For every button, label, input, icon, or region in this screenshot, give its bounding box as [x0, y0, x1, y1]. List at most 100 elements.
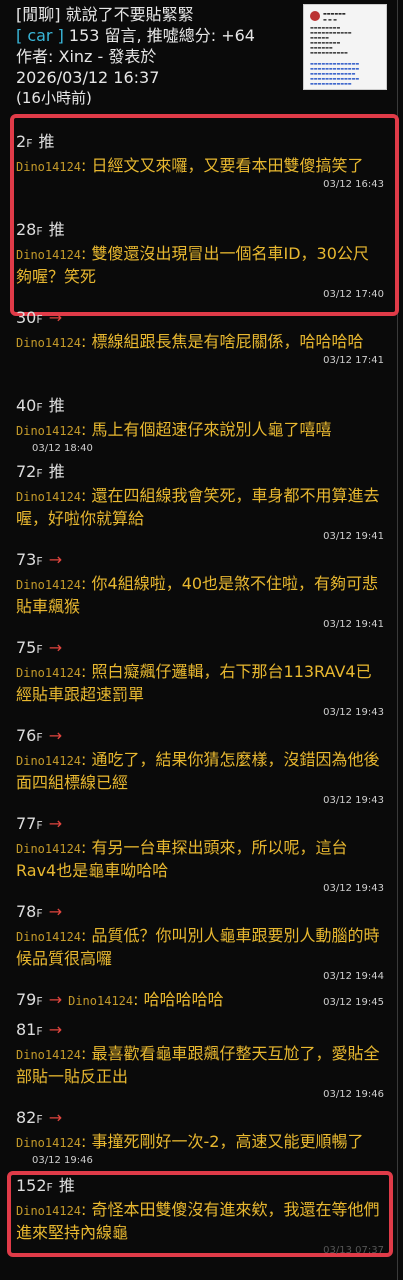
arrow-tag: → — [48, 638, 63, 657]
comment-item: 28F 推 Dino14124: 雙傻還沒出現冒出一個名車ID，30公尺夠喔？笑死… — [16, 220, 384, 300]
comment-time: 03/12 16:43 — [323, 179, 384, 190]
comment-time: 03/12 19:41 — [323, 619, 384, 630]
floor-number: 72 — [16, 462, 37, 481]
floor-suffix: F — [36, 643, 43, 656]
post-header: [閒聊] 就說了不要貼緊緊 [ car ] 153 留言, 推噓總分: +64 … — [16, 4, 296, 109]
floor-suffix: F — [36, 555, 43, 568]
thumbnail-line: ▬▬▬▬▬▬▬▬▬▬ — [310, 50, 348, 55]
post-datetime: 2026/03/12 16:37 — [16, 68, 160, 87]
comment-item: 82F → Dino14124: 事撞死剛好一次-2，高速又能更順暢了 03/12… — [16, 1107, 384, 1167]
thumbnail-avatar-icon — [310, 11, 320, 21]
comment-item: 40F 推 Dino14124: 馬上有個超速仔來說別人龜了嘻嘻 03/12 18… — [16, 395, 384, 455]
comment-user[interactable]: Dino14124 — [16, 160, 81, 174]
comment-user[interactable]: Dino14124 — [16, 248, 81, 262]
comment-item: 2F 推 Dino14124: 日經文又來囉，又要看本田雙傻搞笑了 03/12 1… — [16, 132, 384, 190]
comment-user[interactable]: Dino14124 — [16, 1204, 81, 1218]
push-tag: 推 — [58, 1176, 75, 1195]
floor-suffix: F — [36, 819, 43, 832]
thumbnail-line: ▬▬▬▬▬▬ — [323, 11, 346, 16]
arrow-tag: → — [48, 550, 63, 569]
push-tag: 推 — [38, 132, 55, 151]
comment-item: 81F → Dino14124: 最喜歡看龜車跟飆仔整天互尬了，愛貼全部貼一貼反正… — [16, 1020, 384, 1100]
post-thumbnail[interactable]: ▬▬▬▬▬▬ ▬ ▬ ▬ ▬▬▬▬▬▬▬▬ ▬▬▬▬▬▬▬▬▬▬▬ ▬▬▬▬▬ … — [303, 4, 387, 90]
comment-time: 03/12 19:43 — [323, 707, 384, 718]
comment-item: 79 F → Dino14124: 哈哈哈哈哈 03/12 19:45 — [16, 989, 384, 1013]
comment-item: 30F → Dino14124: 標線組跟長焦是有啥屁關係，哈哈哈哈 03/12 … — [16, 308, 384, 366]
comment-text: 哈哈哈哈哈 — [143, 990, 224, 1009]
push-tag: 推 — [48, 220, 65, 239]
comment-user[interactable]: Dino14124 — [16, 578, 81, 592]
comment-user[interactable]: Dino14124 — [16, 1136, 81, 1150]
floor-suffix: F — [36, 995, 43, 1008]
comment-time: 03/12 17:41 — [323, 355, 384, 366]
floor-suffix: F — [36, 313, 43, 326]
comment-item: 77F → Dino14124: 有另一台車探出頭來，所以呢，這台Rav4也是龜車… — [16, 814, 384, 894]
push-tag: 推 — [48, 462, 65, 481]
post-author: 作者: Xinz - 發表於 — [16, 47, 157, 66]
comment-text: 日經文又來囉，又要看本田雙傻搞笑了 — [91, 156, 364, 175]
board-tag[interactable]: [ car ] — [16, 26, 64, 45]
floor-suffix: F — [36, 1113, 43, 1126]
comment-text: 標線組跟長焦是有啥屁關係，哈哈哈哈 — [91, 332, 364, 351]
floor-number: 152 — [16, 1176, 47, 1195]
arrow-tag: → — [48, 726, 63, 745]
arrow-tag: → — [48, 1108, 63, 1127]
floor-suffix: F — [46, 1181, 53, 1194]
comment-time: 03/12 19:45 — [323, 997, 384, 1008]
comment-item: 72F 推 Dino14124: 還在四組線我會笑死，車身都不用算進去喔，好啦你就… — [16, 462, 384, 542]
comment-time: 03/12 19:44 — [323, 971, 384, 982]
floor-suffix: F — [36, 225, 43, 238]
comment-user[interactable]: Dino14124 — [16, 336, 81, 350]
floor-suffix: F — [36, 731, 43, 744]
comment-item: 152F 推 Dino14124: 奇怪本田雙傻沒有進來欸，我還在等他們進來堅持內… — [16, 1176, 384, 1256]
comment-user[interactable]: Dino14124 — [16, 424, 81, 438]
arrow-tag: → — [48, 814, 63, 833]
floor-number: 81 — [16, 1020, 37, 1039]
comment-text: 馬上有個超速仔來說別人龜了嘻嘻 — [91, 420, 332, 439]
comment-time: 03/12 19:43 — [323, 883, 384, 894]
comment-time: 03/12 18:40 — [32, 443, 93, 454]
thumbnail-line: ▬ ▬ ▬ — [323, 17, 337, 22]
floor-number: 73 — [16, 550, 37, 569]
comment-stats: 153 留言, 推噓總分: +64 — [63, 26, 255, 45]
comment-text: 事撞死剛好一次-2，高速又能更順暢了 — [91, 1132, 364, 1151]
comment-item: 73F → Dino14124: 你4組線啦，40也是煞不住啦，有夠可悲貼車飆猴 … — [16, 550, 384, 630]
arrow-tag: → — [48, 902, 63, 921]
comment-user[interactable]: Dino14124 — [16, 754, 81, 768]
post-title: [閒聊] 就說了不要貼緊緊 — [16, 5, 194, 24]
arrow-tag: → — [48, 990, 63, 1009]
comment-time: 03/12 17:40 — [323, 289, 384, 300]
floor-suffix: F — [36, 907, 43, 920]
comment-time: 03/12 19:46 — [32, 1155, 93, 1166]
floor-number: 40 — [16, 396, 37, 415]
thumbnail-link: ▬▬▬▬▬▬▬▬▬▬▬ — [310, 81, 352, 86]
comment-user[interactable]: Dino14124 — [16, 842, 81, 856]
floor-suffix: F — [36, 467, 43, 480]
floor-number: 28 — [16, 220, 37, 239]
comment-user[interactable]: Dino14124 — [16, 666, 81, 680]
arrow-tag: → — [48, 308, 63, 327]
comment-item: 76F → Dino14124: 通吃了，結果你猜怎麼樣，沒錯因為他後面四組標線已… — [16, 726, 384, 806]
comment-user[interactable]: Dino14124 — [16, 1048, 81, 1062]
post-relative-time: (16小時前) — [16, 89, 92, 107]
floor-suffix: F — [36, 401, 43, 414]
floor-suffix: F — [36, 1025, 43, 1038]
comment-time: 03/13 07:37 — [323, 1245, 384, 1256]
floor-number: 77 — [16, 814, 37, 833]
comment-user[interactable]: Dino14124 — [16, 490, 81, 504]
comment-item: 75F → Dino14124: 照白癡飆仔邏輯，右下那台113RAV4已經貼車跟… — [16, 638, 384, 718]
comment-time: 03/12 19:41 — [323, 531, 384, 542]
comment-time: 03/12 19:46 — [323, 1089, 384, 1100]
floor-number: 75 — [16, 638, 37, 657]
floor-number: 79 — [16, 990, 37, 1009]
floor-number: 2 — [16, 132, 27, 151]
floor-number: 76 — [16, 726, 37, 745]
floor-number: 30 — [16, 308, 37, 327]
comment-user[interactable]: Dino14124 — [16, 930, 81, 944]
floor-suffix: F — [26, 137, 33, 150]
push-tag: 推 — [48, 396, 65, 415]
comment-time: 03/12 19:43 — [323, 795, 384, 806]
arrow-tag: → — [48, 1020, 63, 1039]
comment-user[interactable]: Dino14124 — [68, 994, 133, 1008]
comment-item: 78F → Dino14124: 品質低？你叫別人龜車跟要別人動腦的時候品質很高囉… — [16, 902, 384, 982]
